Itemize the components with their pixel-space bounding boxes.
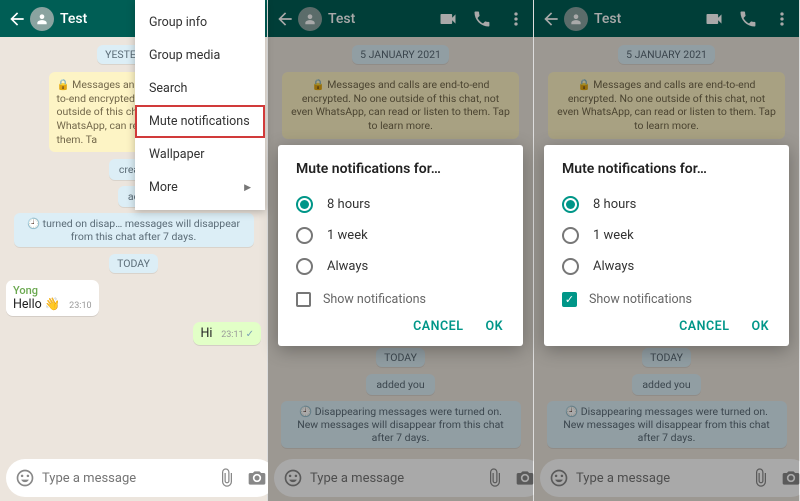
radio-8hours[interactable]: 8 hours xyxy=(296,189,505,220)
message-time: 23:10 xyxy=(69,301,91,311)
radio-icon xyxy=(562,258,579,275)
radio-1week[interactable]: 1 week xyxy=(562,220,771,251)
menu-group-media[interactable]: Group media xyxy=(135,39,265,72)
radio-icon xyxy=(296,196,313,213)
attach-icon[interactable] xyxy=(216,467,238,489)
incoming-message[interactable]: Yong Hello 👋 23:10 xyxy=(6,280,99,316)
radio-always[interactable]: Always xyxy=(296,251,505,282)
outgoing-message[interactable]: Hi 23:11✓ xyxy=(193,322,261,345)
checkbox-icon xyxy=(296,292,311,307)
mute-dialog: Mute notifications for… 8 hours 1 week A… xyxy=(278,145,523,346)
cancel-button[interactable]: CANCEL xyxy=(413,319,463,334)
camera-icon[interactable] xyxy=(246,467,268,489)
checkbox-icon: ✓ xyxy=(562,292,577,307)
menu-group-info[interactable]: Group info xyxy=(135,6,265,39)
cancel-button[interactable]: CANCEL xyxy=(679,319,729,334)
read-tick-icon: ✓ xyxy=(246,329,254,340)
dialog-title: Mute notifications for… xyxy=(296,161,505,177)
ok-button[interactable]: OK xyxy=(485,319,503,334)
radio-icon xyxy=(296,258,313,275)
message-sender: Yong xyxy=(13,284,92,297)
menu-more[interactable]: More▶ xyxy=(135,171,265,204)
radio-1week[interactable]: 1 week xyxy=(296,220,505,251)
back-icon[interactable] xyxy=(6,8,28,30)
menu-wallpaper[interactable]: Wallpaper xyxy=(135,138,265,171)
date-divider-today: TODAY xyxy=(109,254,158,273)
group-avatar[interactable] xyxy=(30,7,54,31)
emoji-icon[interactable] xyxy=(14,467,36,489)
dialog-title: Mute notifications for… xyxy=(562,161,771,177)
show-notifications-toggle[interactable]: ✓Show notifications xyxy=(562,282,771,313)
radio-always[interactable]: Always xyxy=(562,251,771,282)
chevron-right-icon: ▶ xyxy=(244,183,251,193)
show-notifications-toggle[interactable]: Show notifications xyxy=(296,282,505,313)
radio-icon xyxy=(562,227,579,244)
overflow-menu: Group info Group media Search Mute notif… xyxy=(135,0,265,210)
radio-icon xyxy=(296,227,313,244)
message-input-container[interactable] xyxy=(6,459,276,497)
mute-dialog: Mute notifications for… 8 hours 1 week A… xyxy=(544,145,789,346)
input-bar xyxy=(0,455,267,501)
radio-8hours[interactable]: 8 hours xyxy=(562,189,771,220)
menu-mute-notifications[interactable]: Mute notifications xyxy=(135,105,265,138)
menu-search[interactable]: Search xyxy=(135,72,265,105)
message-time: 23:11 xyxy=(221,330,243,340)
ok-button[interactable]: OK xyxy=(751,319,769,334)
system-disappearing: 🕘 turned on disap… messages will disappe… xyxy=(14,213,254,247)
radio-icon xyxy=(562,196,579,213)
message-body: Hello 👋 xyxy=(13,297,60,312)
message-input[interactable] xyxy=(42,471,208,486)
message-body: Hi xyxy=(200,326,212,341)
